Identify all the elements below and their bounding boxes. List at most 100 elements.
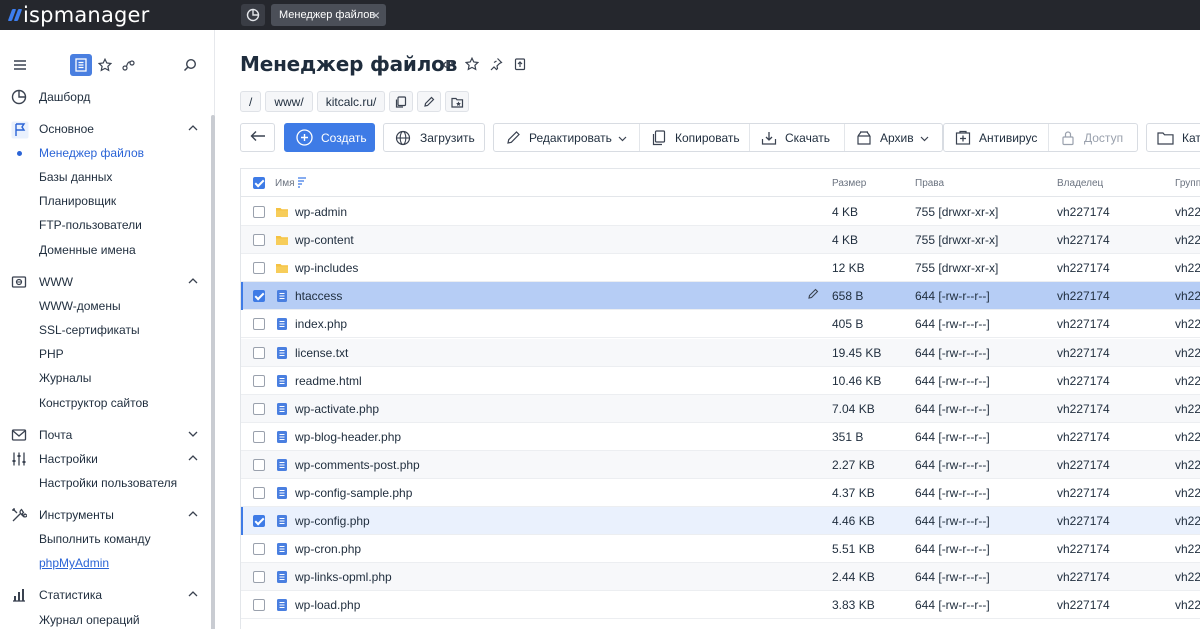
antivirus-button[interactable]: Антивирус [944,124,1049,151]
sidebar-item-php[interactable]: PHP [0,342,211,366]
table-row[interactable]: wp-activate.php 7.04 KB 644 [-rw-r--r--] vh… [241,394,1200,423]
breadcrumb-root[interactable]: / [240,91,262,112]
column-owner[interactable]: Владелец [1057,178,1103,189]
table-row[interactable]: wp-cron.php 5.51 KB 644 [-rw-r--r--] vh2271… [241,535,1200,564]
link-icon[interactable] [440,56,456,72]
sidebar-item-журнал-операций[interactable]: Журнал операций [0,608,211,629]
sidebar-item-журналы[interactable]: Журналы [0,366,211,390]
file-name[interactable]: wp-cron.php [295,542,361,556]
catalog-button[interactable]: Ката [1146,123,1200,152]
sidebar-scrollbar[interactable] [211,115,215,629]
archive-button[interactable]: Архив [845,124,944,151]
file-name[interactable]: wp-admin [295,205,347,219]
sidebar-item-ssl-сертификаты[interactable]: SSL-сертификаты [0,318,211,342]
file-name[interactable]: wp-load.php [295,598,360,612]
upload-button[interactable]: Загрузить [383,123,485,152]
breadcrumb-www[interactable]: www/ [265,91,313,112]
sidebar-item-почта[interactable]: Почта [0,423,211,447]
table-row[interactable]: wp-config-sample.php 4.37 KB 644 [-rw-r--r… [241,479,1200,507]
download-button[interactable]: Скачать [750,124,845,151]
file-name[interactable]: index.php [295,317,347,331]
row-checkbox[interactable] [253,206,265,218]
row-checkbox[interactable] [253,318,265,331]
wave-icon[interactable] [118,54,140,76]
row-checkbox[interactable] [253,374,265,387]
table-row[interactable]: wp-admin 4 KB 755 [drwxr-xr-x] vh227174 vh22 [241,198,1200,226]
chevron-down-icon[interactable] [187,428,199,440]
star-icon[interactable] [94,54,116,76]
file-name[interactable]: wp-blog-header.php [295,430,401,444]
row-checkbox[interactable] [253,543,265,556]
list-icon[interactable] [70,54,92,76]
chevron-up-icon[interactable] [187,122,199,134]
create-button[interactable]: Создать [284,123,375,152]
search-icon[interactable] [179,54,201,76]
sidebar-item-www-домены[interactable]: WWW-домены [0,294,211,318]
column-rights[interactable]: Права [915,178,944,189]
row-checkbox[interactable] [253,515,265,528]
file-name[interactable]: wp-config-sample.php [295,486,412,500]
chevron-up-icon[interactable] [187,275,199,287]
row-checkbox[interactable] [253,346,265,359]
breadcrumb-domain[interactable]: kitcalc.ru/ [316,91,386,112]
row-checkbox[interactable] [253,234,265,247]
table-row[interactable]: wp-blog-header.php 351 B 644 [-rw-r--r--] v… [241,423,1200,451]
row-checkbox[interactable] [253,487,265,499]
pencil-icon[interactable] [417,91,442,112]
select-all-checkbox[interactable] [253,177,265,189]
sidebar-item-ftp-пользователи[interactable]: FTP-пользователи [0,213,211,237]
row-checkbox[interactable] [253,458,265,471]
file-name[interactable]: wp-links-opml.php [295,570,392,584]
edit-button[interactable]: Редактировать [494,124,640,151]
sidebar-item-базы-данных[interactable]: Базы данных [0,165,211,189]
chevron-up-icon[interactable] [187,452,199,464]
table-row[interactable]: htaccess 658 B 644 [-rw-r--r--] vh227174 vh2… [241,282,1200,311]
file-name[interactable]: wp-config.php [295,514,370,528]
star-icon[interactable] [464,56,480,72]
sidebar-item-инструменты[interactable]: Инструменты [0,503,211,527]
file-name[interactable]: wp-activate.php [295,402,379,416]
copy-button[interactable]: Копировать [640,124,750,151]
table-row[interactable]: license.txt 19.45 KB 644 [-rw-r--r--] vh227… [241,338,1200,367]
row-checkbox[interactable] [253,402,265,415]
row-checkbox[interactable] [253,290,265,303]
bookmark-icon[interactable] [445,91,470,112]
file-name[interactable]: wp-comments-post.php [295,458,420,472]
sidebar-item-доменные-имена[interactable]: Доменные имена [0,238,211,262]
sidebar-item-менеджер-файлов[interactable]: Менеджер файлов [0,141,211,165]
sort-icon[interactable] [297,175,307,192]
chevron-up-icon[interactable] [187,588,199,600]
row-checkbox[interactable] [253,571,265,584]
row-checkbox[interactable] [253,599,265,612]
pin-icon[interactable] [488,56,504,72]
column-group[interactable]: Групп [1175,178,1200,189]
tab-file-manager[interactable]: Менеджер файлов × [271,4,386,26]
column-size[interactable]: Размер [832,178,866,189]
sidebar-item-планировщик[interactable]: Планировщик [0,189,211,213]
copy-icon[interactable] [389,91,414,112]
sidebar-item-www[interactable]: WWW [0,270,211,294]
table-row[interactable]: wp-load.php 3.83 KB 644 [-rw-r--r--] vh2271… [241,591,1200,620]
sidebar-item-статистика[interactable]: Статистика [0,583,211,607]
file-name[interactable]: wp-includes [295,261,358,275]
export-icon[interactable] [512,56,528,72]
sidebar-item-конструктор-сайтов[interactable]: Конструктор сайтов [0,391,211,415]
sidebar-item-настройки[interactable]: Настройки [0,447,211,471]
dashboard-icon[interactable] [241,4,265,26]
sidebar-item-выполнить-команду[interactable]: Выполнить команду [0,527,211,551]
access-button[interactable]: Доступ [1049,124,1139,151]
table-row[interactable]: readme.html 10.46 KB 644 [-rw-r--r--] vh227… [241,367,1200,395]
sidebar-item-phpmyadmin[interactable]: phpMyAdmin [0,551,211,575]
sidebar-item-настройки-пользователя[interactable]: Настройки пользователя [0,471,211,495]
file-name[interactable]: readme.html [295,374,362,388]
column-name[interactable]: Имя [275,178,294,189]
row-checkbox[interactable] [253,262,265,275]
sidebar-item-дашборд[interactable]: Дашборд [0,85,211,109]
table-row[interactable]: wp-includes 12 KB 755 [drwxr-xr-x] vh227174… [241,254,1200,283]
table-row[interactable]: wp-content 4 KB 755 [drwxr-xr-x] vh227174 vh… [241,226,1200,255]
pencil-icon[interactable] [807,288,821,302]
close-icon[interactable]: × [372,7,380,23]
row-checkbox[interactable] [253,430,265,443]
file-name[interactable]: wp-content [295,233,354,247]
table-row[interactable]: wp-config.php 4.46 KB 644 [-rw-r--r--] vh22… [241,507,1200,536]
